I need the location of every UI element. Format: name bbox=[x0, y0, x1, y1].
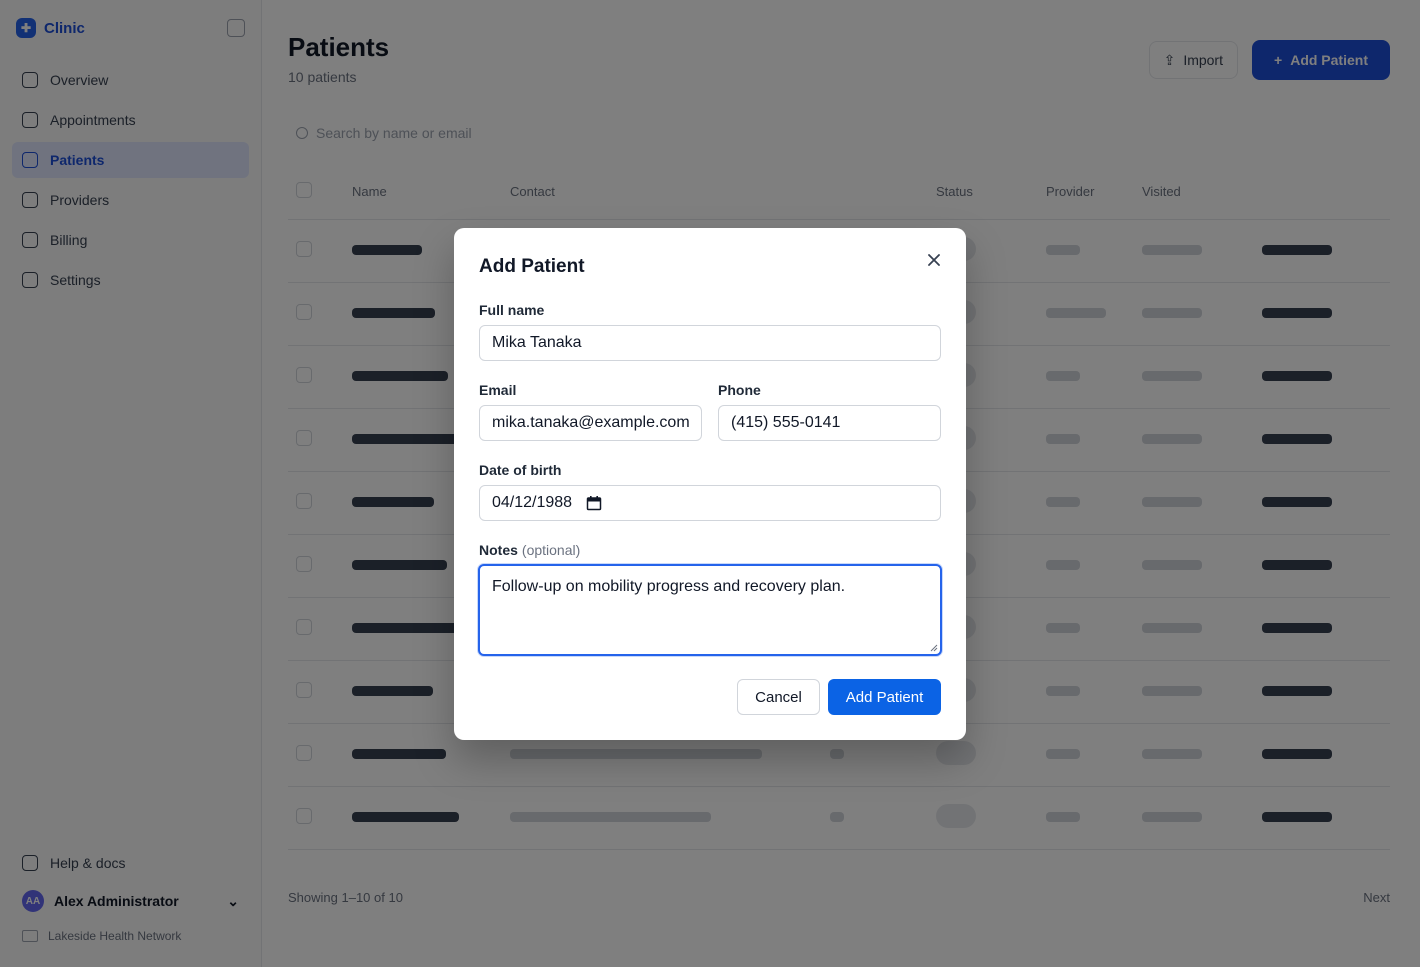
dob-input[interactable]: 04/12/1988 bbox=[479, 485, 941, 521]
dob-label: Date of birth bbox=[479, 462, 562, 478]
full-name-label: Full name bbox=[479, 302, 545, 318]
notes-label: Notes (optional) bbox=[479, 542, 580, 558]
notes-optional-hint: (optional) bbox=[521, 542, 581, 558]
resize-handle-icon[interactable] bbox=[930, 644, 938, 652]
notes-value: Follow-up on mobility progress and recov… bbox=[492, 578, 846, 595]
dialog-title: Add Patient bbox=[479, 256, 585, 277]
close-icon bbox=[928, 254, 940, 266]
add-patient-button[interactable]: Add Patient bbox=[828, 679, 941, 715]
calendar-icon[interactable] bbox=[586, 495, 602, 511]
dob-value: 04/12/1988 bbox=[492, 494, 573, 511]
phone-input[interactable]: (415) 555-0141 bbox=[718, 405, 941, 441]
add-patient-dialog: Add Patient Full name Mika Tanaka Email … bbox=[454, 228, 966, 740]
close-button[interactable] bbox=[922, 248, 946, 272]
notes-label-text: Notes bbox=[479, 542, 518, 558]
notes-textarea[interactable]: Follow-up on mobility progress and recov… bbox=[478, 564, 942, 656]
full-name-input[interactable]: Mika Tanaka bbox=[479, 325, 941, 361]
email-input[interactable]: mika.tanaka@example.com bbox=[479, 405, 702, 441]
cancel-button[interactable]: Cancel bbox=[737, 679, 820, 715]
phone-label: Phone bbox=[718, 382, 761, 398]
email-label: Email bbox=[479, 382, 517, 398]
